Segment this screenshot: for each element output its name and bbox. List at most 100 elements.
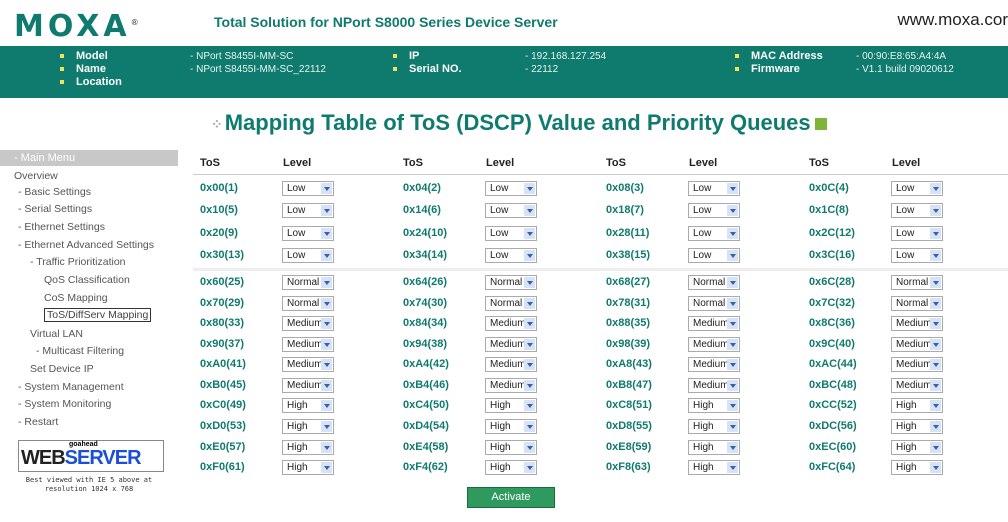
chevron-down-icon[interactable]: [321, 380, 332, 391]
priority-level-select[interactable]: High: [891, 440, 943, 455]
chevron-down-icon[interactable]: [930, 205, 941, 216]
chevron-down-icon[interactable]: [524, 228, 535, 239]
chevron-down-icon[interactable]: [930, 442, 941, 453]
chevron-down-icon[interactable]: [930, 400, 941, 411]
help-icon[interactable]: [814, 118, 827, 131]
chevron-down-icon[interactable]: [727, 205, 738, 216]
chevron-down-icon[interactable]: [321, 442, 332, 453]
priority-level-select[interactable]: Low: [688, 203, 740, 218]
priority-level-select[interactable]: Medium: [485, 357, 537, 372]
priority-level-select[interactable]: High: [282, 398, 334, 413]
sidebar-item-traffic-prioritization[interactable]: - Traffic Prioritization: [30, 256, 126, 268]
chevron-down-icon[interactable]: [727, 318, 738, 329]
priority-level-select[interactable]: High: [282, 440, 334, 455]
chevron-down-icon[interactable]: [930, 462, 941, 473]
sidebar-item-multicast-filtering[interactable]: - Multicast Filtering: [36, 345, 124, 357]
chevron-down-icon[interactable]: [524, 277, 535, 288]
chevron-down-icon[interactable]: [321, 421, 332, 432]
chevron-down-icon[interactable]: [321, 462, 332, 473]
chevron-down-icon[interactable]: [321, 298, 332, 309]
priority-level-select[interactable]: Low: [485, 248, 537, 263]
priority-level-select[interactable]: High: [891, 419, 943, 434]
sidebar-item-serial-settings[interactable]: - Serial Settings: [18, 203, 92, 215]
chevron-down-icon[interactable]: [930, 318, 941, 329]
priority-level-select[interactable]: Low: [485, 181, 537, 196]
chevron-down-icon[interactable]: [930, 228, 941, 239]
priority-level-select[interactable]: Low: [282, 226, 334, 241]
priority-level-select[interactable]: Medium: [485, 316, 537, 331]
priority-level-select[interactable]: Medium: [688, 378, 740, 393]
priority-level-select[interactable]: Medium: [891, 337, 943, 352]
sidebar-item-virtual-lan[interactable]: Virtual LAN: [30, 328, 83, 340]
sidebar-item-cos-mapping[interactable]: CoS Mapping: [44, 292, 108, 304]
priority-level-select[interactable]: High: [891, 460, 943, 475]
chevron-down-icon[interactable]: [727, 421, 738, 432]
chevron-down-icon[interactable]: [321, 228, 332, 239]
priority-level-select[interactable]: Medium: [282, 378, 334, 393]
chevron-down-icon[interactable]: [524, 400, 535, 411]
chevron-down-icon[interactable]: [524, 205, 535, 216]
priority-level-select[interactable]: High: [282, 419, 334, 434]
priority-level-select[interactable]: Normal: [282, 296, 334, 311]
chevron-down-icon[interactable]: [930, 380, 941, 391]
priority-level-select[interactable]: Medium: [688, 316, 740, 331]
priority-level-select[interactable]: High: [282, 460, 334, 475]
chevron-down-icon[interactable]: [321, 359, 332, 370]
activate-button[interactable]: Activate: [467, 487, 555, 508]
priority-level-select[interactable]: High: [485, 460, 537, 475]
chevron-down-icon[interactable]: [727, 298, 738, 309]
priority-level-select[interactable]: Low: [688, 248, 740, 263]
priority-level-select[interactable]: Low: [891, 226, 943, 241]
chevron-down-icon[interactable]: [727, 359, 738, 370]
chevron-down-icon[interactable]: [930, 183, 941, 194]
priority-level-select[interactable]: High: [688, 419, 740, 434]
sidebar-item-tos-diffserv-mapping[interactable]: ToS/DiffServ Mapping: [44, 308, 152, 322]
chevron-down-icon[interactable]: [727, 339, 738, 350]
chevron-down-icon[interactable]: [727, 228, 738, 239]
sidebar-item-basic-settings[interactable]: - Basic Settings: [18, 186, 91, 198]
chevron-down-icon[interactable]: [321, 205, 332, 216]
chevron-down-icon[interactable]: [524, 183, 535, 194]
sidebar-item-restart[interactable]: - Restart: [18, 416, 58, 428]
sidebar-item-ethernet-settings[interactable]: - Ethernet Settings: [18, 221, 105, 233]
chevron-down-icon[interactable]: [930, 339, 941, 350]
chevron-down-icon[interactable]: [524, 421, 535, 432]
priority-level-select[interactable]: Low: [485, 226, 537, 241]
chevron-down-icon[interactable]: [321, 400, 332, 411]
chevron-down-icon[interactable]: [524, 298, 535, 309]
sidebar-item-system-management[interactable]: - System Management: [18, 381, 124, 393]
chevron-down-icon[interactable]: [727, 400, 738, 411]
priority-level-select[interactable]: Normal: [485, 296, 537, 311]
priority-level-select[interactable]: High: [688, 460, 740, 475]
priority-level-select[interactable]: Normal: [688, 296, 740, 311]
chevron-down-icon[interactable]: [930, 298, 941, 309]
chevron-down-icon[interactable]: [524, 250, 535, 261]
priority-level-select[interactable]: Low: [485, 203, 537, 218]
sidebar-item-set-device-ip[interactable]: Set Device IP: [30, 363, 94, 375]
priority-level-select[interactable]: Medium: [688, 337, 740, 352]
priority-level-select[interactable]: Normal: [485, 275, 537, 290]
priority-level-select[interactable]: Medium: [688, 357, 740, 372]
priority-level-select[interactable]: Medium: [891, 378, 943, 393]
priority-level-select[interactable]: High: [688, 398, 740, 413]
priority-level-select[interactable]: Medium: [282, 316, 334, 331]
priority-level-select[interactable]: Medium: [485, 378, 537, 393]
chevron-down-icon[interactable]: [321, 277, 332, 288]
chevron-down-icon[interactable]: [321, 183, 332, 194]
main-menu-header[interactable]: - Main Menu: [0, 150, 178, 166]
chevron-down-icon[interactable]: [727, 462, 738, 473]
priority-level-select[interactable]: Low: [282, 248, 334, 263]
website-link[interactable]: www.moxa.cor: [897, 10, 1008, 30]
priority-level-select[interactable]: Normal: [891, 275, 943, 290]
chevron-down-icon[interactable]: [727, 277, 738, 288]
priority-level-select[interactable]: Low: [891, 203, 943, 218]
priority-level-select[interactable]: Low: [282, 181, 334, 196]
priority-level-select[interactable]: Medium: [282, 357, 334, 372]
chevron-down-icon[interactable]: [727, 442, 738, 453]
sidebar-item-overview[interactable]: Overview: [14, 170, 58, 182]
sidebar-item-ethernet-advanced-settings[interactable]: - Ethernet Advanced Settings: [18, 239, 154, 251]
sidebar-item-system-monitoring[interactable]: - System Monitoring: [18, 398, 111, 410]
chevron-down-icon[interactable]: [727, 380, 738, 391]
priority-level-select[interactable]: Low: [282, 203, 334, 218]
chevron-down-icon[interactable]: [930, 421, 941, 432]
